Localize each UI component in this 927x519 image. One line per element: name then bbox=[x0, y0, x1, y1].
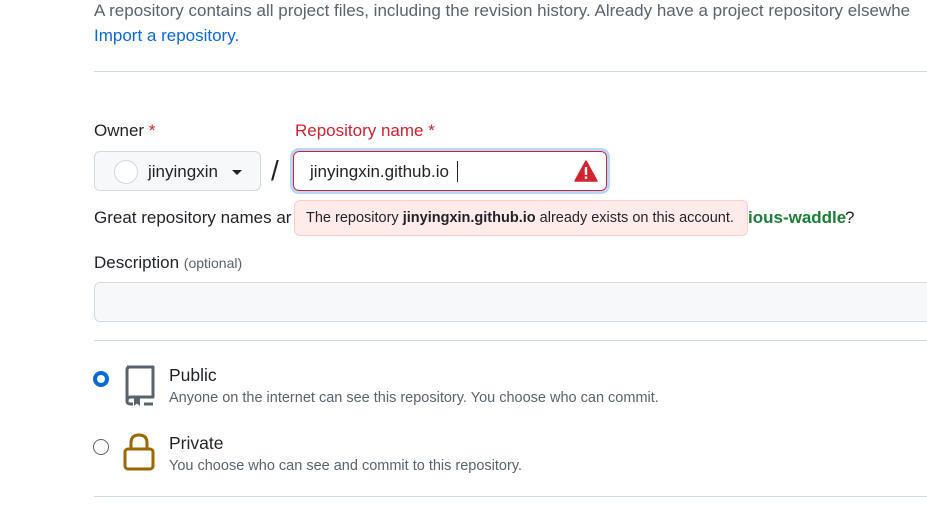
private-radio[interactable] bbox=[93, 439, 109, 455]
required-mark: * bbox=[148, 121, 156, 140]
description-label-text: Description bbox=[94, 253, 180, 272]
description-label: Description (optional) bbox=[94, 253, 242, 273]
repository-name-label: Repository name * bbox=[295, 121, 435, 141]
public-description: Anyone on the internet can see this repo… bbox=[169, 390, 659, 406]
owner-label: Owner * bbox=[94, 121, 155, 141]
alert-icon bbox=[574, 160, 598, 182]
chevron-down-icon bbox=[232, 170, 242, 175]
description-input[interactable] bbox=[94, 282, 927, 322]
required-mark: * bbox=[428, 121, 435, 140]
error-suffix: already exists on this account. bbox=[535, 210, 734, 226]
text-cursor bbox=[457, 161, 458, 182]
error-prefix: The repository bbox=[306, 210, 403, 226]
repository-name-label-text: Repository name bbox=[295, 121, 424, 140]
avatar bbox=[114, 160, 138, 184]
owner-label-text: Owner bbox=[94, 121, 145, 140]
divider bbox=[94, 496, 927, 497]
repository-name-error: The repository jinyingxin.github.io alre… bbox=[294, 200, 748, 236]
private-title: Private bbox=[169, 433, 224, 453]
intro-text: A repository contains all project files,… bbox=[94, 1, 911, 20]
owner-repo-separator: / bbox=[271, 155, 279, 186]
public-title: Public bbox=[169, 365, 217, 385]
error-repo-name: jinyingxin.github.io bbox=[402, 210, 536, 226]
repository-name-value[interactable]: jinyingxin.github.io bbox=[310, 162, 449, 182]
divider bbox=[94, 340, 927, 341]
import-repository-link[interactable]: Import a repository. bbox=[94, 26, 239, 46]
lock-icon bbox=[123, 433, 155, 471]
name-suggestion-link[interactable]: ious-waddle bbox=[748, 208, 846, 228]
repo-icon bbox=[125, 365, 155, 406]
public-radio[interactable] bbox=[93, 371, 109, 387]
optional-label: (optional) bbox=[183, 255, 243, 271]
owner-name: jinyingxin bbox=[148, 162, 218, 181]
name-hint-end: ? bbox=[845, 208, 855, 227]
divider bbox=[94, 71, 927, 72]
name-hint-text: Great repository names ar bbox=[94, 208, 292, 227]
private-description: You choose who can see and commit to thi… bbox=[169, 458, 523, 474]
